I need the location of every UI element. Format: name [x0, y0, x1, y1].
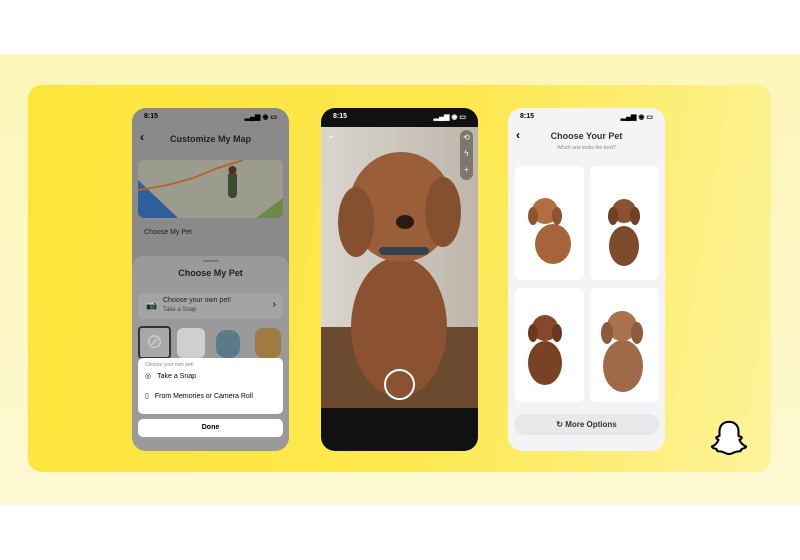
status-bar: 8:15 ▂▄▆ ◉ ▭ — [333, 113, 466, 121]
option-label: Take a Snap — [157, 372, 197, 380]
camera-icon: 📷 — [146, 300, 158, 310]
chevron-right-icon: › — [272, 299, 276, 310]
signal-battery-icon: ▂▄▆ ◉ ▭ — [244, 114, 277, 121]
flash-icon[interactable]: ϟ — [460, 146, 473, 162]
pet-option-2[interactable] — [590, 166, 659, 280]
own-pet-subtitle: Take a Snap — [163, 307, 197, 313]
chevron-down-icon[interactable]: ⌄ — [327, 130, 335, 141]
camera-icon: ◎ — [145, 373, 152, 380]
own-pet-title: Choose your own pet! — [163, 297, 232, 304]
signal-battery-icon: ▂▄▆ ◉ ▭ — [620, 114, 653, 121]
status-bar: 8:15 ▂▄▆ ◉ ▭ — [144, 113, 277, 121]
poodle-image — [601, 311, 643, 392]
phone-customize-map: 8:15 ▂▄▆ ◉ ▭ ‹ Customize My Map Choose My… — [132, 108, 289, 451]
status-time: 8:15 — [520, 113, 535, 120]
shutter-button[interactable] — [384, 369, 415, 400]
map-preview — [138, 160, 283, 218]
camera-viewfinder[interactable] — [321, 127, 478, 408]
pet-penguin-option[interactable] — [216, 330, 240, 358]
status-time: 8:15 — [144, 113, 159, 120]
done-button[interactable]: Done — [138, 419, 283, 437]
gallery-icon: ▯ — [145, 393, 149, 400]
status-time: 8:15 — [333, 113, 348, 120]
sheet-handle[interactable] — [202, 260, 219, 262]
no-pet-option[interactable]: ⊘ — [138, 326, 171, 359]
pet-option-4[interactable] — [590, 288, 659, 402]
page-title: Choose Your Pet — [550, 131, 623, 141]
take-snap-option[interactable]: ◎ Take a Snap — [138, 366, 283, 386]
choose-my-pet-row[interactable]: Choose My Pet — [138, 224, 283, 242]
memories-option[interactable]: ▯ From Memories or Camera Roll — [138, 386, 283, 406]
option-label: From Memories or Camera Roll — [154, 392, 253, 400]
snapchat-ghost-logo — [710, 420, 748, 456]
pet-cow-option[interactable] — [177, 328, 205, 358]
pet-option-3[interactable] — [515, 288, 584, 402]
more-options-label: More Options — [565, 420, 617, 429]
poodle-image — [608, 199, 640, 266]
phone-camera: 8:15 ▂▄▆ ◉ ▭ ⌄ ⟲ ϟ + — [321, 108, 478, 451]
plus-icon[interactable]: + — [460, 162, 473, 178]
poodle-image — [528, 198, 571, 264]
phone-choose-pet: 8:15 ▂▄▆ ◉ ▭ ‹ Choose Your Pet Which one … — [508, 108, 665, 451]
signal-battery-icon: ▂▄▆ ◉ ▭ — [433, 114, 466, 121]
refresh-icon: ↻ — [556, 420, 566, 429]
choose-own-pet-row[interactable]: 📷 Choose your own pet! Take a Snap › — [138, 293, 283, 319]
status-bar: 8:15 ▂▄▆ ◉ ▭ — [520, 113, 653, 121]
camera-toolbar: ⟲ ϟ + — [460, 130, 473, 180]
flip-camera-icon[interactable]: ⟲ — [460, 130, 473, 146]
no-symbol-icon: ⊘ — [146, 331, 163, 353]
poodle-image — [528, 315, 562, 385]
popup-header: Choose your own pet! — [145, 362, 194, 368]
photo-source-popup: Choose your own pet! ◎ Take a Snap ▯ From … — [138, 358, 283, 414]
page-subtitle: Which one looks the best? — [557, 145, 616, 151]
pet-dog-option[interactable] — [255, 328, 281, 358]
sheet-title: Choose My Pet — [178, 268, 243, 278]
pet-option-1[interactable] — [515, 166, 584, 280]
dog-photo — [338, 152, 461, 397]
more-options-button[interactable]: ↻ More Options — [514, 414, 659, 435]
page-title: Customize My Map — [169, 134, 251, 144]
